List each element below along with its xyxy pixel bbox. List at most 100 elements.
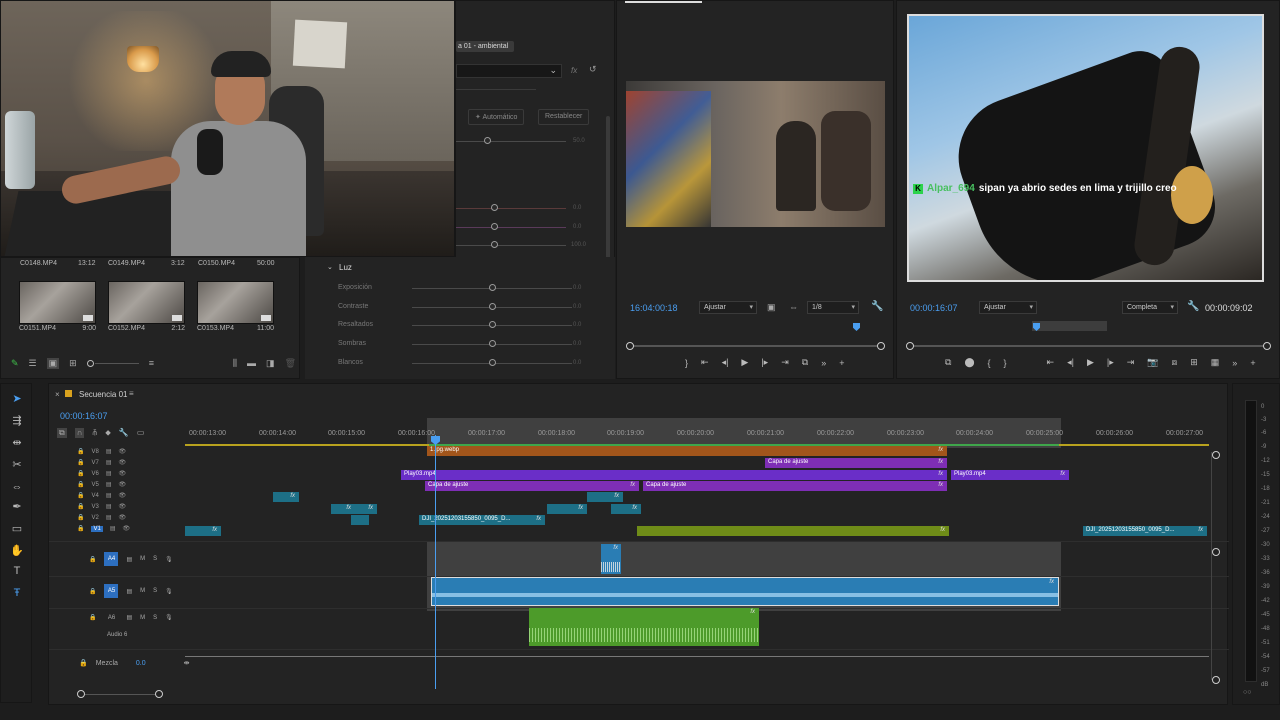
go-to-out-icon[interactable]: ⇥ [1127, 357, 1135, 368]
lock-icon[interactable]: 🔒 [77, 459, 84, 466]
zoom-slider[interactable] [86, 359, 139, 367]
marker-icon[interactable]: ⬤ [964, 357, 974, 368]
multicam-icon[interactable]: ▦ [1211, 357, 1220, 368]
sync-icon[interactable]: ▤ [106, 448, 112, 455]
track-header-v4[interactable]: 🔒 V4 ▤ 👁 [77, 492, 127, 500]
lock-icon[interactable]: 🔒 [77, 514, 84, 521]
ripple-edit-icon[interactable]: ⇹ [10, 436, 24, 450]
reset-button[interactable]: Restablecer [538, 109, 590, 125]
bin-clip[interactable]: C0152.MP4 2:12 [108, 281, 185, 332]
lock-icon[interactable]: 🔒 [77, 448, 84, 455]
playhead-marker[interactable] [853, 323, 860, 331]
play-icon[interactable]: ▶ [1087, 357, 1094, 368]
dual-arrow-icon[interactable]: ⇔ [789, 302, 798, 312]
lock-icon[interactable]: 🔒 [89, 556, 96, 563]
slider-knob[interactable] [491, 241, 498, 248]
timeline-clip[interactable]: fx [611, 504, 641, 514]
captions-icon[interactable]: ▭ [137, 428, 145, 438]
trim-icon[interactable]: ⊞ [1190, 357, 1198, 368]
scroll-handle[interactable] [1212, 548, 1220, 556]
wrench-icon[interactable]: 🔧 [871, 301, 883, 312]
slider-knob[interactable] [489, 321, 496, 328]
audio-clip-selected[interactable]: fx [431, 577, 1059, 606]
snap-icon[interactable]: ∩ [74, 428, 85, 438]
more-icon[interactable]: » [821, 358, 826, 368]
track-header-a4[interactable]: 🔒 A4 ▤ M S 🎙 [89, 552, 173, 566]
go-to-in-icon[interactable]: ⇤ [1047, 357, 1055, 368]
bin-clip[interactable]: C0151.MP4 9:00 [19, 281, 96, 332]
program-scrubber[interactable] [909, 345, 1267, 347]
reset-icon[interactable]: ↺ [589, 64, 597, 75]
type-icon[interactable]: T [10, 564, 24, 578]
solo-button[interactable]: S [153, 588, 157, 594]
sync-icon[interactable]: ▤ [106, 481, 112, 488]
lock-icon[interactable]: 🔒 [77, 481, 84, 488]
step-back-icon[interactable]: ◂| [722, 357, 729, 368]
timeline-clip[interactable]: Capa de ajuste fx [643, 481, 947, 491]
track-header-v2[interactable]: 🔒 V2 ▤ 👁 [77, 514, 127, 522]
time-ruler[interactable]: 00:00:13:00 00:00:14:00 00:00:15:00 00:0… [185, 428, 1215, 444]
scroll-handle[interactable] [1212, 676, 1220, 684]
step-forward-icon[interactable]: |▸ [761, 357, 768, 368]
list-view-icon[interactable]: ☰ [29, 358, 37, 369]
eye-icon[interactable]: 👁 [119, 492, 127, 499]
more-icon[interactable]: » [1232, 358, 1237, 368]
mute-button[interactable]: M [140, 556, 145, 562]
mark-out-icon[interactable]: } [685, 358, 688, 368]
mix-arrows-icon[interactable]: ⇼ [184, 659, 190, 667]
eye-icon[interactable]: 👁 [119, 514, 127, 521]
text-tool-icon[interactable]: Ŧ [10, 586, 24, 600]
sync-icon[interactable]: ▤ [106, 470, 112, 477]
slider-knob[interactable] [484, 137, 491, 144]
sync-icon[interactable]: ▤ [110, 525, 116, 532]
linked-icon[interactable]: ⫚ [92, 428, 97, 438]
scrollbar[interactable] [606, 116, 610, 276]
zoom-scrollbar[interactable] [81, 694, 159, 695]
source-timecode[interactable]: 16:04:00:18 [630, 303, 678, 313]
mute-button[interactable]: M [140, 588, 145, 594]
timeline-clip[interactable]: Capa de ajuste fx [425, 481, 639, 491]
sequence-tab[interactable]: Secuencia 01 [79, 390, 127, 399]
timeline-clip[interactable]: DJI_20251203155850_0095_D... fx [1083, 526, 1207, 536]
nest-icon[interactable]: ⧉ [57, 428, 67, 438]
sync-icon[interactable]: ▤ [106, 514, 112, 521]
track-header-a5[interactable]: 🔒 A5 ▤ M S 🎙 [89, 584, 173, 598]
slider-knob[interactable] [489, 284, 496, 291]
menu-icon[interactable]: ≡ [129, 389, 134, 398]
track-header-v1[interactable]: 🔒 V1 ▤ 👁 [77, 525, 130, 532]
lock-icon[interactable]: 🔒 [89, 614, 96, 621]
scroll-handle[interactable] [1212, 451, 1220, 459]
settings-wrench-icon[interactable]: 🔧 [119, 428, 129, 438]
mute-button[interactable]: M [140, 615, 145, 621]
close-icon[interactable]: × [55, 390, 60, 399]
sync-icon[interactable]: ▤ [126, 614, 132, 621]
timeline-clip[interactable]: Play03.mp4 fx [401, 470, 947, 480]
quality-dropdown[interactable]: Completa [1122, 301, 1178, 314]
sync-icon[interactable]: ▤ [106, 503, 112, 510]
compare-icon[interactable]: ⧈ [1172, 357, 1178, 368]
solo-buttons-icon[interactable]: ○○ [1243, 689, 1251, 696]
sync-icon[interactable]: ▤ [106, 459, 112, 466]
zoom-handle[interactable] [155, 690, 163, 698]
timeline-clip[interactable]: fx [637, 526, 949, 536]
timeline-clip[interactable]: fx [587, 492, 623, 502]
insert-icon[interactable]: ⧉ [802, 357, 808, 368]
track-header-v5[interactable]: 🔒 V5 ▤ 👁 [77, 481, 126, 489]
lift-icon[interactable]: ⧉ [945, 357, 951, 368]
timeline-timecode[interactable]: 00:00:16:07 [60, 411, 108, 421]
mix-value[interactable]: 0.0 [136, 660, 146, 667]
track-header-v3[interactable]: 🔒 V3 ▤ 👁 [77, 503, 126, 511]
slider-knob[interactable] [489, 359, 496, 366]
safe-margins-icon[interactable]: ▣ [767, 302, 776, 313]
chevron-down-icon[interactable]: ⌄ [327, 263, 333, 271]
new-bin-icon[interactable]: ▬ [247, 358, 256, 368]
sync-icon[interactable]: ▤ [106, 492, 112, 499]
slider-knob[interactable] [489, 340, 496, 347]
fx-icon[interactable]: fx [571, 66, 577, 75]
slip-icon[interactable]: ⇔ [10, 480, 24, 494]
track-header-a6[interactable]: 🔒 A6 ▤ M S 🎙 [89, 614, 173, 622]
wrench-icon[interactable]: 🔧 [1187, 301, 1199, 312]
timeline-clip[interactable]: Capa de ajuste fx [765, 458, 947, 468]
timeline-clip[interactable]: fx [355, 504, 377, 514]
mic-icon[interactable]: 🎙 [165, 588, 173, 595]
